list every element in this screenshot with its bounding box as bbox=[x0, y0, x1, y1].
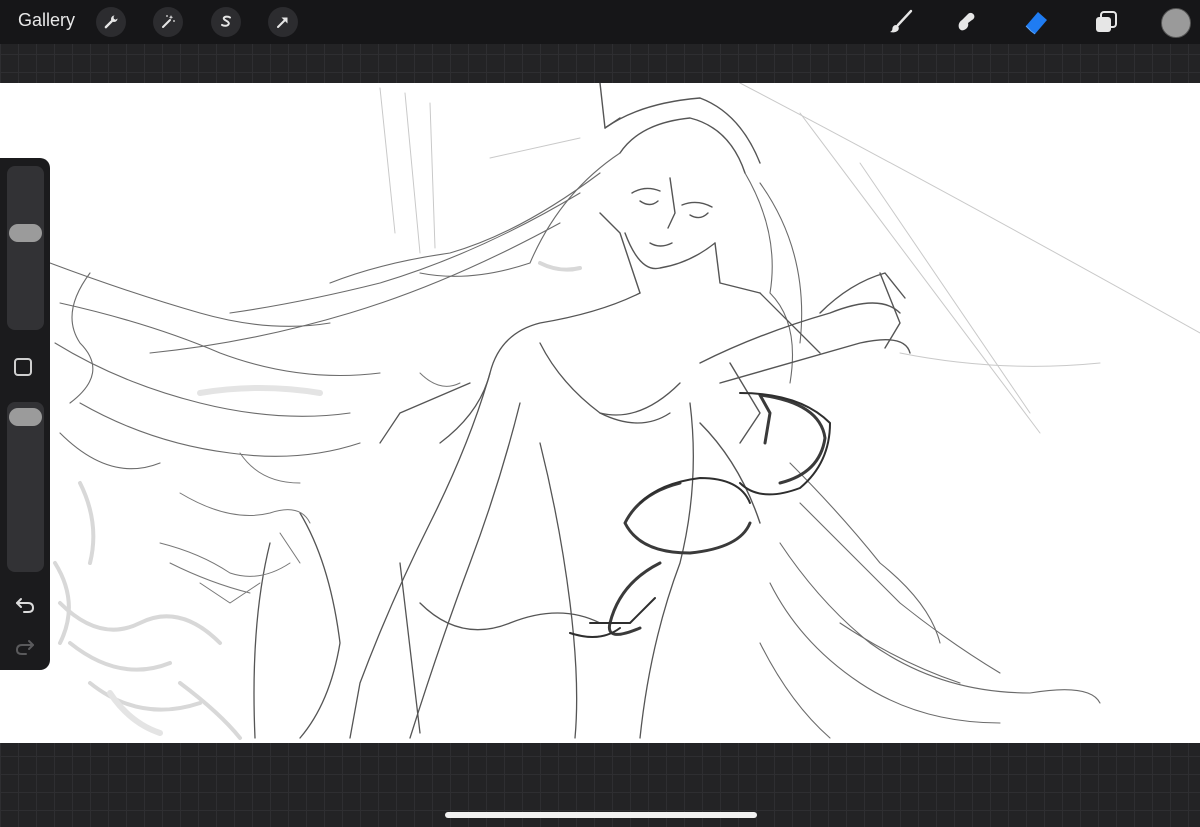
wrench-icon bbox=[104, 15, 118, 29]
left-sidebar bbox=[0, 158, 50, 670]
selection-button[interactable] bbox=[211, 7, 241, 37]
arrow-cursor-icon bbox=[277, 17, 288, 28]
drawing-canvas[interactable] bbox=[0, 83, 1200, 743]
opacity-slider[interactable] bbox=[7, 402, 44, 572]
layers-button[interactable] bbox=[1090, 6, 1122, 38]
redo-arrow-icon bbox=[15, 640, 34, 655]
sketch-artwork bbox=[49, 83, 1200, 740]
gallery-button[interactable]: Gallery bbox=[18, 10, 75, 31]
adjustments-button[interactable] bbox=[153, 7, 183, 37]
eraser-tool-button[interactable] bbox=[1020, 6, 1052, 38]
brush-icon bbox=[890, 9, 913, 33]
brush-size-slider[interactable] bbox=[7, 166, 44, 330]
smudge-tool-button[interactable] bbox=[951, 6, 983, 38]
transform-button[interactable] bbox=[268, 7, 298, 37]
undo-arrow-icon bbox=[16, 598, 35, 613]
brush-size-thumb[interactable] bbox=[9, 224, 42, 242]
home-indicator[interactable] bbox=[445, 812, 757, 818]
layers-icon bbox=[1096, 11, 1117, 32]
opacity-thumb[interactable] bbox=[9, 408, 42, 426]
eraser-icon bbox=[1025, 12, 1047, 35]
smudge-icon bbox=[958, 12, 975, 31]
selection-s-icon bbox=[221, 15, 231, 27]
color-picker-button[interactable] bbox=[1161, 8, 1191, 38]
top-toolbar: Gallery bbox=[0, 0, 1200, 44]
magic-wand-icon bbox=[162, 15, 175, 28]
actions-button[interactable] bbox=[96, 7, 126, 37]
undo-button[interactable] bbox=[12, 594, 38, 616]
paint-tool-button[interactable] bbox=[885, 6, 917, 38]
redo-button[interactable] bbox=[12, 636, 38, 658]
modify-button[interactable] bbox=[14, 358, 32, 376]
